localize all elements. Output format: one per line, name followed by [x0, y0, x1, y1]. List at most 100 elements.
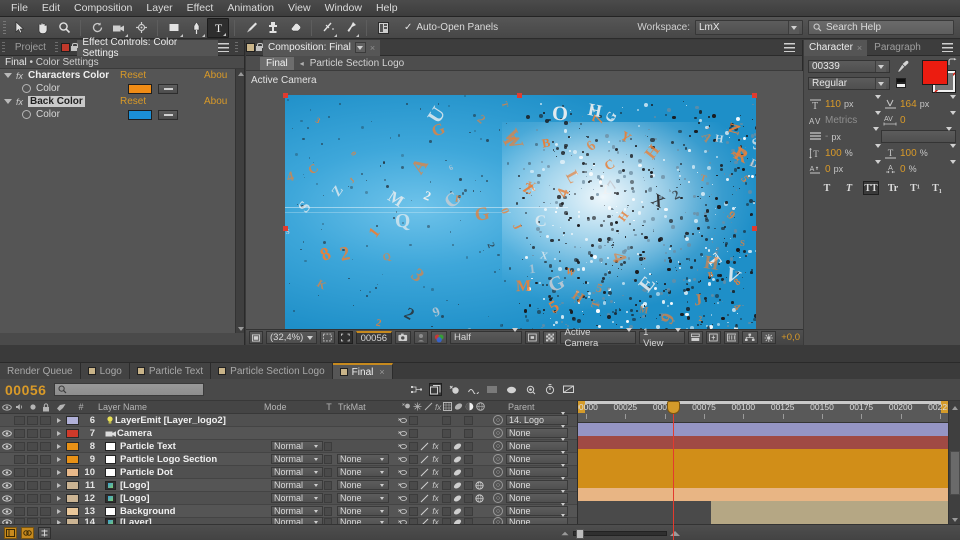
menu-item-effect[interactable]: Effect: [180, 0, 221, 17]
layer-3d-switch[interactable]: [474, 480, 485, 491]
layer-visibility-toggle[interactable]: [0, 453, 13, 466]
zoom-in-icon[interactable]: [670, 530, 680, 536]
layer-shy-switch[interactable]: [397, 454, 408, 465]
layer-lock-toggle[interactable]: [39, 427, 52, 440]
layer-row[interactable]: 7 Camera ○ None: [0, 425, 577, 440]
menu-item-layer[interactable]: Layer: [139, 0, 179, 17]
layer-lock-toggle[interactable]: [39, 414, 52, 427]
panel-grip-3[interactable]: [232, 42, 240, 53]
layer-disclosure-triangle[interactable]: [52, 469, 66, 476]
leading-field[interactable]: 164 px: [883, 94, 956, 110]
layer-collapse-switch[interactable]: [408, 506, 419, 517]
tab-composition-final[interactable]: Composition: Final ×: [263, 39, 381, 56]
scroll-down-icon[interactable]: [236, 324, 245, 333]
layer-duration-bar[interactable]: [578, 449, 948, 462]
comp-mini-flowchart-icon[interactable]: [410, 383, 423, 396]
timeline-tab-particle-text[interactable]: Particle Text: [129, 363, 212, 379]
layer-duration-bar[interactable]: [578, 475, 948, 488]
effect-reset-link-2[interactable]: Reset: [120, 96, 146, 107]
layer-row[interactable]: 10 Particle Dot Normal None fx ○ None: [0, 464, 577, 479]
layer-shy-switch[interactable]: [397, 467, 408, 478]
layer-adjustment-switch[interactable]: [463, 428, 474, 439]
live-update-icon[interactable]: [562, 383, 575, 396]
take-snapshot-icon[interactable]: [395, 331, 411, 344]
layer-disclosure-triangle[interactable]: [52, 417, 66, 424]
tracking-field[interactable]: AV 0: [883, 110, 956, 126]
layer-frame-blend-switch[interactable]: [441, 428, 452, 439]
zoom-tool-icon[interactable]: [53, 18, 75, 38]
layer-adjustment-switch[interactable]: [463, 467, 474, 478]
layer-label-color[interactable]: [66, 428, 79, 438]
panel-menu-icon[interactable]: [218, 43, 229, 52]
close-icon-character[interactable]: ×: [857, 43, 862, 53]
layer-parent-select[interactable]: None: [506, 464, 568, 477]
layer-effects-switch[interactable]: fx: [430, 480, 441, 491]
parent-pickwhip[interactable]: ○: [493, 415, 503, 425]
layer-collapse-switch[interactable]: [408, 493, 419, 504]
layer-name[interactable]: [Logo]: [120, 480, 150, 491]
layer-blend-mode-select[interactable]: Normal: [271, 454, 323, 464]
layer-parent-select[interactable]: None: [506, 490, 568, 503]
layer-row[interactable]: 11 [Logo] Normal None fx ○ None: [0, 477, 577, 492]
layer-frame-blend-switch[interactable]: [441, 480, 452, 491]
current-time-indicator[interactable]: [667, 401, 680, 540]
pan-behind-tool-icon[interactable]: [130, 18, 152, 38]
layer-quality-switch[interactable]: [419, 493, 430, 504]
layer-name[interactable]: [Logo]: [120, 493, 150, 504]
layer-disclosure-triangle[interactable]: [52, 508, 66, 515]
composition-stage[interactable]: Active Camera G4BV06ISWCD2BMN24JS24FZBKS…: [246, 71, 803, 329]
layer-preserve-transparency[interactable]: [323, 454, 333, 464]
auto-keyframe-icon[interactable]: [543, 383, 556, 396]
view-layout-select[interactable]: 1 View: [639, 327, 686, 349]
layer-frame-blend-switch[interactable]: [441, 467, 452, 478]
parent-pickwhip[interactable]: ○: [493, 441, 503, 451]
layer-parent-select[interactable]: None: [506, 438, 568, 451]
layer-label-color[interactable]: [66, 441, 79, 451]
layer-3d-switch[interactable]: [474, 415, 485, 426]
layer-visibility-toggle[interactable]: [0, 479, 13, 492]
stroke-width-field[interactable]: - px: [808, 127, 880, 143]
layer-shy-switch[interactable]: [397, 441, 408, 452]
parent-pickwhip[interactable]: ○: [493, 467, 503, 477]
parent-pickwhip[interactable]: ○: [493, 454, 503, 464]
show-snapshot-icon[interactable]: [413, 331, 428, 344]
vertical-scroll-thumb[interactable]: [950, 451, 960, 495]
transfer-controls-button[interactable]: [38, 526, 51, 539]
layer-shy-switch[interactable]: [397, 506, 408, 517]
layer-trkmat-select[interactable]: None: [337, 467, 389, 477]
layer-duration-bar[interactable]: [578, 436, 948, 449]
layer-duration-bar[interactable]: [578, 488, 948, 501]
layer-visibility-toggle[interactable]: [0, 466, 13, 479]
layer-collapse-switch[interactable]: [408, 441, 419, 452]
layer-row[interactable]: 9 Particle Logo Section Normal None fx ○ None: [0, 451, 577, 466]
color-swatch-2[interactable]: [128, 109, 152, 120]
layer-motion-blur-switch[interactable]: [452, 506, 463, 517]
layer-solo-toggle[interactable]: [26, 479, 39, 492]
layer-effects-switch[interactable]: [430, 428, 441, 439]
zoom-level-select[interactable]: (32,4%): [266, 331, 318, 344]
pen-tool-icon[interactable]: [185, 18, 207, 38]
fill-color-swatch[interactable]: [922, 60, 948, 85]
roto-brush-tool-icon[interactable]: [317, 18, 339, 38]
layer-row[interactable]: 12 [Logo] Normal None fx ○ None: [0, 490, 577, 505]
layer-effects-switch[interactable]: fx: [430, 441, 441, 452]
layer-trkmat-select[interactable]: None: [337, 480, 389, 490]
superscript-button[interactable]: T¹: [907, 181, 923, 195]
tab-character[interactable]: Character ×: [804, 39, 868, 56]
layer-shy-switch[interactable]: [397, 493, 408, 504]
panel-grip[interactable]: [0, 42, 8, 53]
layer-preserve-transparency[interactable]: [323, 506, 333, 516]
close-icon[interactable]: ×: [370, 43, 375, 53]
layer-blend-mode-select[interactable]: Normal: [271, 441, 323, 451]
layer-visibility-toggle[interactable]: [0, 440, 13, 453]
timeline-tab-logo[interactable]: Logo: [80, 363, 130, 379]
swap-colors-icon[interactable]: [948, 58, 957, 67]
layer-visibility-toggle[interactable]: [0, 427, 13, 440]
layer-trkmat-select[interactable]: None: [337, 506, 389, 516]
breadcrumb-particle-section-logo[interactable]: Particle Section Logo: [310, 58, 405, 69]
layer-quality-switch[interactable]: [419, 467, 430, 478]
horizontal-scale-field[interactable]: T 100 %: [883, 143, 956, 159]
layer-label-color[interactable]: [66, 415, 79, 425]
exposure-value[interactable]: +0,0: [781, 332, 800, 343]
font-family-select[interactable]: 00339: [808, 60, 890, 73]
